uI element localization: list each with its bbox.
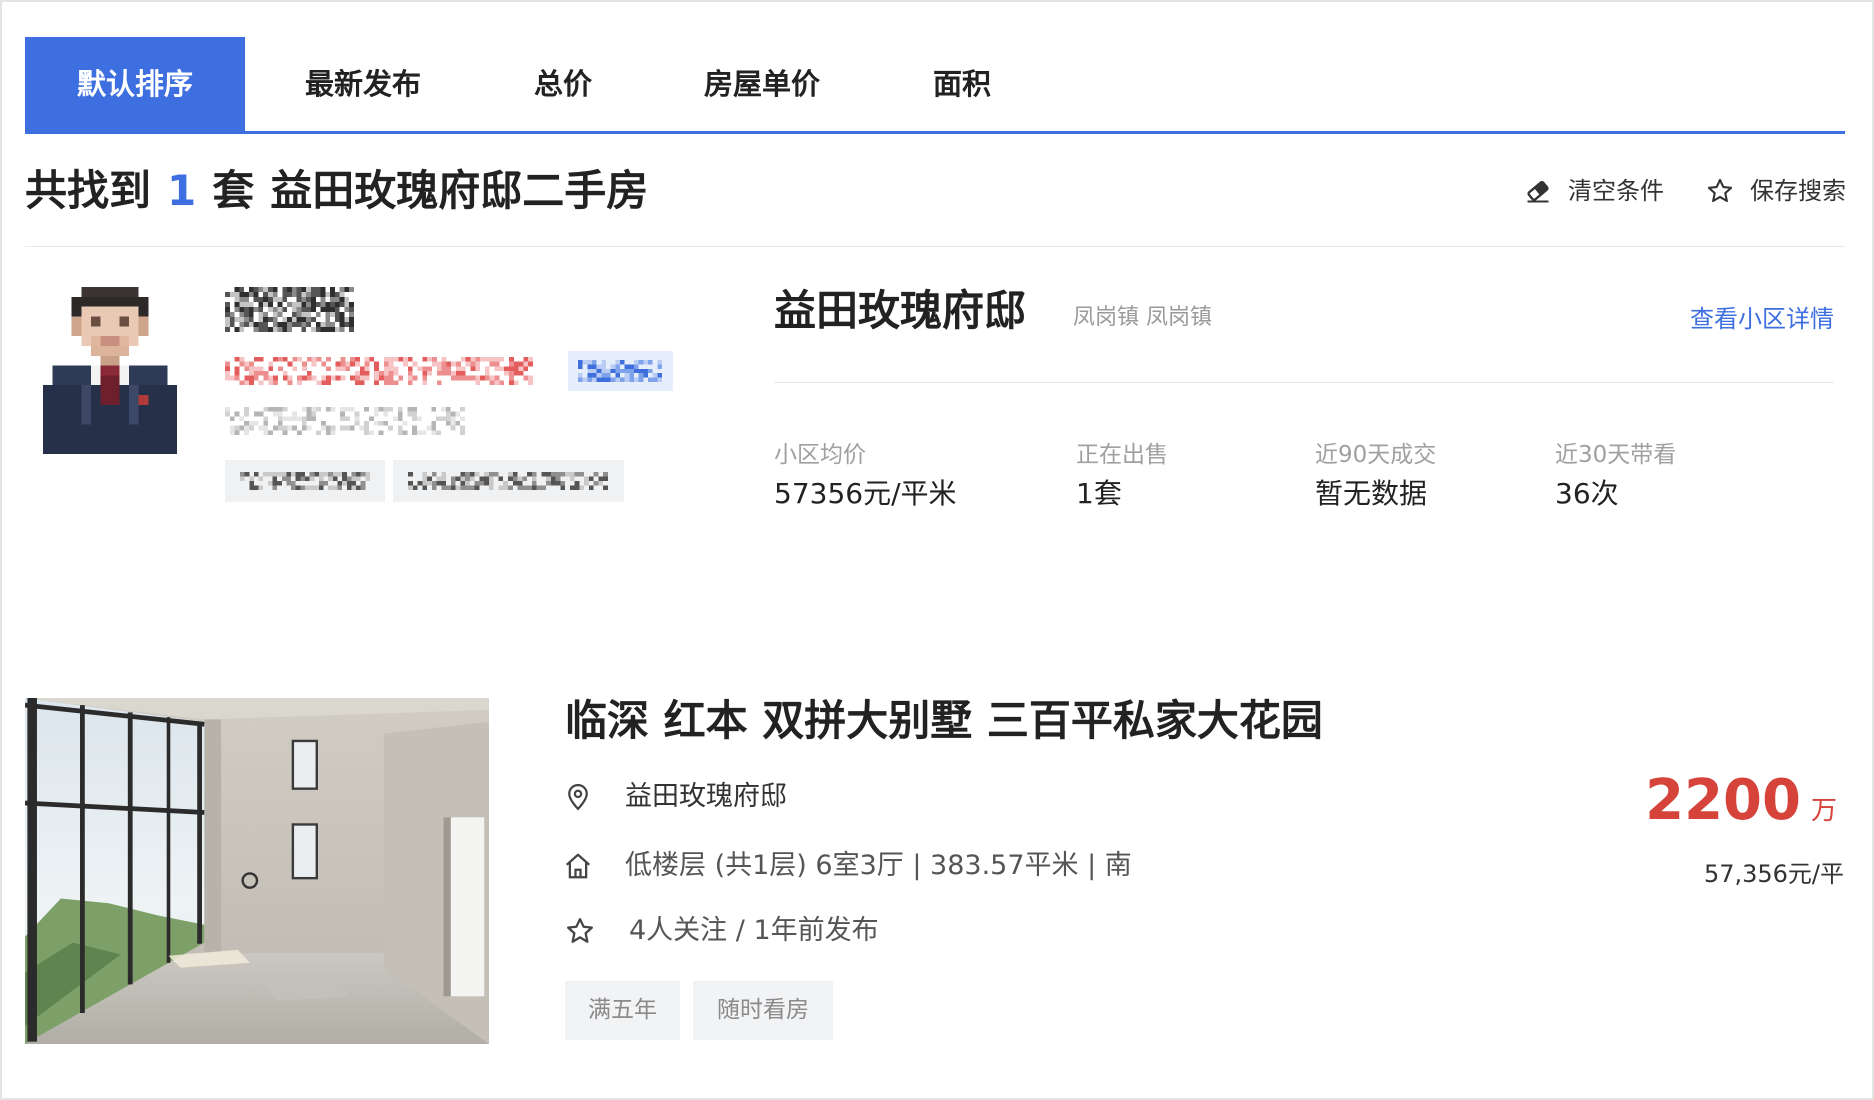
community-name[interactable]: 益田玫瑰府邸	[774, 286, 1026, 336]
eraser-icon	[1527, 180, 1549, 203]
result-summary: 共找到 1 套益田玫瑰府邸二手房	[25, 166, 648, 216]
listing-tag: 满五年	[565, 981, 680, 1040]
save-search-label: 保存搜索	[1750, 177, 1846, 205]
agent-description-redacted	[225, 407, 465, 435]
listing-title[interactable]: 临深 红本 双拼大别墅 三百平私家大花园	[565, 696, 1323, 746]
stat-label: 正在出售	[1076, 442, 1168, 468]
total-price: 2200 万	[1645, 769, 1837, 833]
listing-house-info: 低楼层 (共1层) 6室3厅 | 383.57平米 | 南	[625, 850, 1132, 881]
listing-follow-info: 4人关注 / 1年前发布	[629, 915, 879, 946]
stat-average-price: 小区均价 57356元/平米	[774, 441, 957, 511]
house-icon	[566, 853, 590, 879]
listing-tag: 随时看房	[693, 981, 833, 1040]
stat-label: 近90天成交	[1315, 442, 1437, 468]
listing-community-link[interactable]: 益田玫瑰府邸	[625, 780, 787, 814]
stat-label: 小区均价	[774, 442, 866, 468]
save-search-button[interactable]: 保存搜索	[1706, 176, 1846, 206]
result-count: 1	[167, 166, 197, 215]
summary-query: 益田玫瑰府邸二手房	[270, 166, 649, 215]
clear-filters-label: 清空条件	[1568, 177, 1664, 205]
tab-area[interactable]: 面积	[902, 37, 1022, 131]
stat-value: 57356元/平米	[774, 477, 957, 510]
listing-photo[interactable]	[25, 698, 489, 1044]
stat-value: 暂无数据	[1315, 477, 1428, 510]
unit-price: 57,356元/平	[1703, 860, 1844, 888]
location-pin-icon	[568, 783, 588, 811]
agent-tag-redacted	[408, 472, 608, 490]
tab-total-price[interactable]: 总价	[503, 37, 623, 131]
tab-newest[interactable]: 最新发布	[273, 37, 453, 131]
star-icon	[567, 918, 593, 943]
stat-deals-90-days: 近90天成交 暂无数据	[1315, 441, 1436, 511]
community-divider	[774, 382, 1834, 383]
clear-filters-button[interactable]: 清空条件	[1524, 176, 1664, 206]
sort-tabs: 默认排序 最新发布 总价 房屋单价 面积	[25, 37, 1845, 134]
tab-default-sort[interactable]: 默认排序	[25, 37, 245, 131]
star-icon	[1707, 178, 1733, 203]
agent-name-redacted[interactable]	[225, 287, 354, 332]
summary-prefix: 共找到	[25, 166, 152, 215]
total-price-value: 2200	[1645, 768, 1801, 833]
agent-tag-redacted	[240, 472, 370, 490]
stat-on-sale: 正在出售 1套	[1076, 441, 1168, 511]
stat-viewings-30-days: 近30天带看 36次	[1555, 441, 1676, 511]
community-location: 凤岗镇 凤岗镇	[1073, 305, 1212, 330]
agent-avatar[interactable]	[43, 287, 177, 454]
community-detail-link[interactable]: 查看小区详情	[1690, 304, 1834, 334]
tab-unit-price[interactable]: 房屋单价	[672, 37, 852, 131]
summary-unit: 套	[212, 166, 255, 215]
stat-value: 1套	[1076, 477, 1122, 510]
stat-label: 近30天带看	[1555, 442, 1677, 468]
summary-divider	[25, 246, 1845, 247]
agent-phone-redacted	[225, 357, 533, 385]
stat-value: 36次	[1555, 477, 1619, 510]
total-price-unit: 万	[1810, 796, 1837, 826]
agent-badge-redacted	[578, 360, 662, 382]
